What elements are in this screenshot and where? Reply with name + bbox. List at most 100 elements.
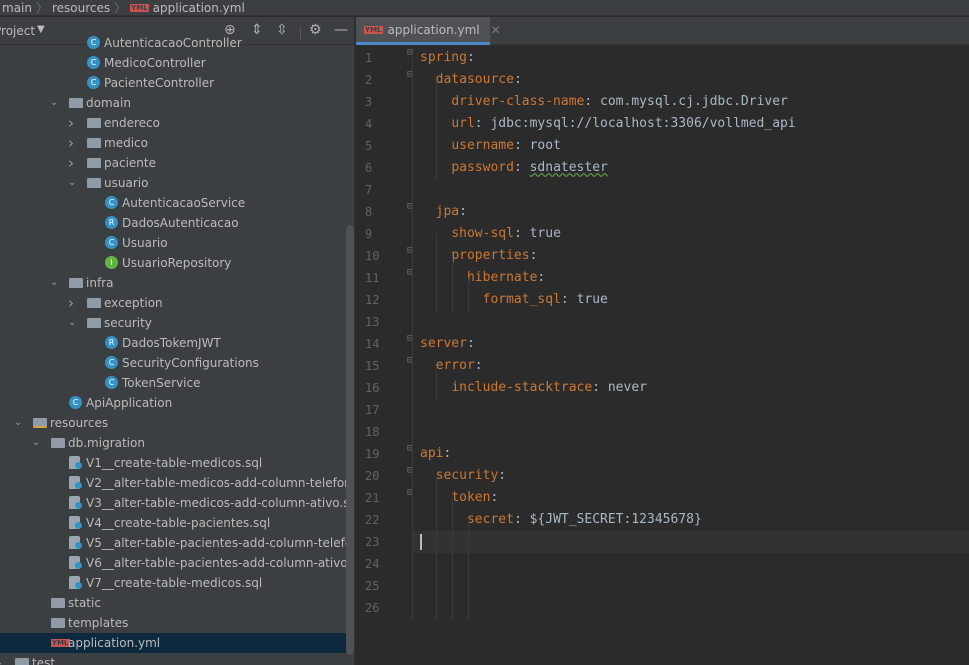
tree-item[interactable]: C ApiApplication	[0, 393, 354, 413]
tree-item[interactable]: ⌄ security	[0, 313, 354, 333]
code-line[interactable]: api:	[420, 443, 451, 465]
tree-item[interactable]: › test	[0, 653, 354, 665]
tree-item[interactable]: C SecurityConfigurations	[0, 353, 354, 373]
code-line[interactable]: password: sdnatester	[420, 157, 608, 179]
code-line[interactable]: server:	[420, 333, 475, 355]
fold-icon[interactable]: ⊟	[407, 47, 413, 58]
tree-item[interactable]: YML application.yml	[0, 633, 354, 653]
tree-item[interactable]: ⌄ db.migration	[0, 433, 354, 453]
tree-item[interactable]: templates	[0, 613, 354, 633]
tree-item[interactable]: ⌄ domain	[0, 93, 354, 113]
tree-item[interactable]: I UsuarioRepository	[0, 253, 354, 273]
indent-guide	[436, 366, 437, 400]
code-line[interactable]: token:	[420, 487, 498, 509]
tree-scrollbar[interactable]	[346, 225, 354, 655]
tree-item[interactable]: static	[0, 593, 354, 613]
yaml-key: security	[435, 468, 499, 483]
tree-item[interactable]: › medico	[0, 133, 354, 153]
tree-item-label: ApiApplication	[86, 396, 173, 410]
tree-item-label: resources	[50, 416, 109, 430]
tree-item-label: static	[68, 596, 101, 610]
tree-item[interactable]: R DadosAutenticacao	[0, 213, 354, 233]
line-number: 16	[365, 381, 380, 395]
tree-item[interactable]: ⌄ usuario	[0, 173, 354, 193]
chevron-down-icon[interactable]: ⌄	[14, 413, 22, 433]
chevron-right-icon[interactable]: ›	[68, 133, 74, 153]
tree-item[interactable]: V2__alter-table-medicos-add-column-telef…	[0, 473, 354, 493]
code-line[interactable]: include-stacktrace: never	[420, 377, 647, 399]
line-number: 2	[365, 73, 373, 87]
code-line[interactable]: properties:	[420, 245, 537, 267]
breadcrumb-main[interactable]: main	[2, 1, 32, 15]
sql-icon	[69, 576, 82, 589]
class-icon: C	[105, 196, 118, 209]
folder-icon	[51, 598, 65, 608]
tree-item[interactable]: V3__alter-table-medicos-add-column-ativo…	[0, 493, 354, 513]
code-line[interactable]: driver-class-name: com.mysql.cj.jdbc.Dri…	[420, 91, 788, 113]
line-number: 9	[365, 227, 373, 241]
tree-item[interactable]: C Usuario	[0, 233, 354, 253]
chevron-right-icon[interactable]: ›	[0, 653, 2, 665]
tree-item[interactable]: C AutenticacaoService	[0, 193, 354, 213]
indent-guide	[468, 520, 469, 620]
tree-item[interactable]: C TokenService	[0, 373, 354, 393]
yaml-value: root	[529, 138, 561, 153]
tree-item[interactable]: › paciente	[0, 153, 354, 173]
close-icon[interactable]: ✕	[491, 23, 501, 37]
code-line[interactable]: error:	[420, 355, 483, 377]
yml-icon: YML	[51, 639, 70, 647]
tree-item[interactable]: R DadosTokemJWT	[0, 333, 354, 353]
chevron-right-icon[interactable]: ›	[68, 293, 74, 313]
tree-item[interactable]: V5__alter-table-pacientes-add-column-tel…	[0, 533, 354, 553]
tree-item-label: DadosAutenticacao	[122, 216, 239, 230]
tree-item[interactable]: V4__create-table-pacientes.sql	[0, 513, 354, 533]
folder-icon	[51, 618, 65, 628]
line-number: 11	[365, 271, 380, 285]
tree-item[interactable]: C PacienteController	[0, 73, 354, 93]
code-line[interactable]: username: root	[420, 135, 561, 157]
breadcrumb-resources[interactable]: resources	[52, 1, 110, 15]
spring-class-icon: C	[69, 396, 82, 409]
line-number: 13	[365, 315, 380, 329]
code-line[interactable]: url: jdbc:mysql://localhost:3306/vollmed…	[420, 113, 795, 135]
chevron-down-icon[interactable]: ⌄	[32, 433, 40, 453]
code-line[interactable]: jpa:	[420, 201, 467, 223]
yaml-value: true	[576, 292, 608, 307]
folder-icon	[15, 658, 29, 665]
tree-item[interactable]: ⌄ infra	[0, 273, 354, 293]
tree-item[interactable]: › endereco	[0, 113, 354, 133]
tree-item[interactable]: V1__create-table-medicos.sql	[0, 453, 354, 473]
tree-item[interactable]: V6__alter-table-pacientes-add-column-ati…	[0, 553, 354, 573]
yaml-value: ${JWT_SECRET:12345678}	[529, 512, 702, 527]
tree-item[interactable]: C MedicoController	[0, 53, 354, 73]
chevron-down-icon[interactable]: ⌄	[68, 173, 76, 193]
tree-item[interactable]: V7__create-table-medicos.sql	[0, 573, 354, 593]
yaml-key: secret	[466, 512, 514, 527]
tree-item-label: AutenticacaoService	[122, 196, 246, 210]
breadcrumb-file[interactable]: application.yml	[153, 1, 245, 15]
yaml-key: datasource	[435, 72, 514, 87]
chevron-right-icon[interactable]: ›	[68, 153, 74, 173]
package-icon	[69, 278, 83, 288]
code-line[interactable]: hibernate:	[420, 267, 545, 289]
line-number: 14	[365, 337, 380, 351]
tree-item[interactable]: C AutenticacaoController	[0, 33, 354, 53]
tree-item[interactable]: › exception	[0, 293, 354, 313]
code-line[interactable]: format_sql: true	[420, 289, 608, 311]
tree-item-label: V5__alter-table-pacientes-add-column-tel…	[86, 536, 354, 550]
chevron-down-icon[interactable]: ⌄	[50, 93, 58, 113]
line-number: 6	[365, 161, 373, 175]
code-line[interactable]: show-sql: true	[420, 223, 561, 245]
code-line[interactable]: spring:	[420, 47, 475, 69]
code-line[interactable]	[412, 531, 969, 553]
tree-item-label: medico	[104, 136, 148, 150]
text-caret	[420, 533, 422, 550]
chevron-down-icon[interactable]: ⌄	[50, 273, 58, 293]
chevron-right-icon[interactable]: ›	[68, 113, 74, 133]
chevron-down-icon[interactable]: ⌄	[68, 313, 76, 333]
tab-application-yml[interactable]: YML application.yml ✕	[356, 17, 501, 45]
code-line[interactable]: security:	[420, 465, 506, 487]
code-line[interactable]: secret: ${JWT_SECRET:12345678}	[420, 509, 702, 531]
tree-item[interactable]: ⌄ resources	[0, 413, 354, 433]
package-icon	[87, 298, 101, 308]
